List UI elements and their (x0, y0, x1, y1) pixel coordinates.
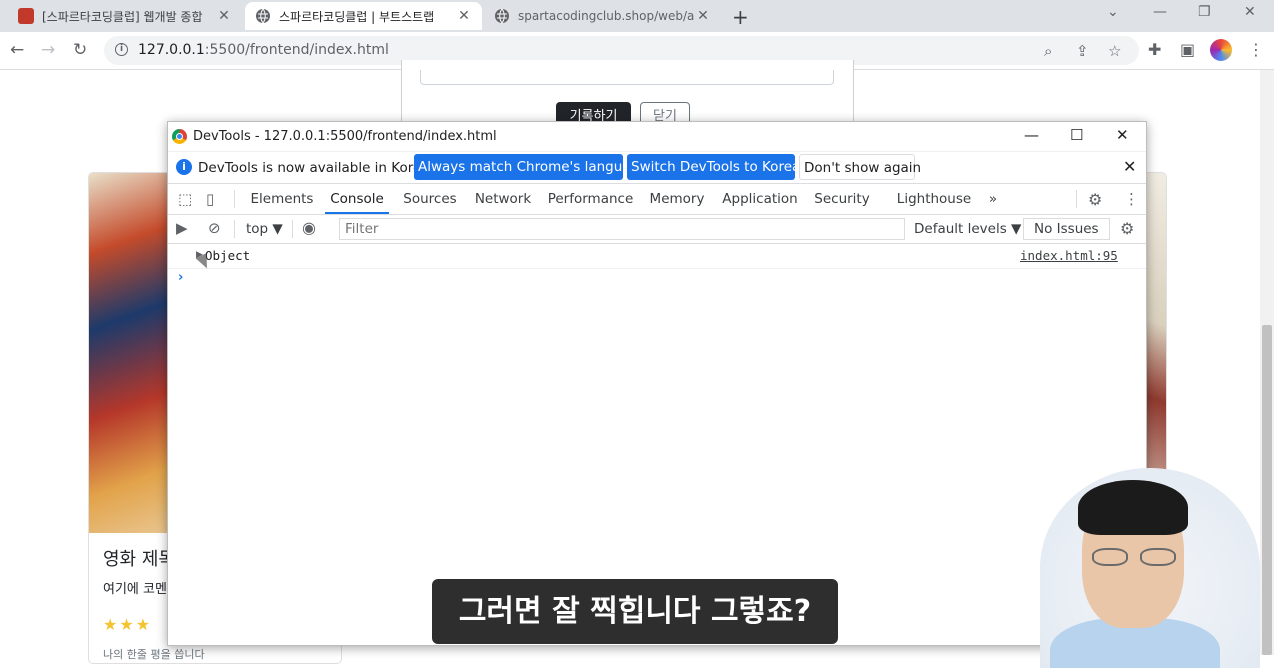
share-icon[interactable]: ⇪ (1076, 42, 1089, 60)
comment-textarea[interactable] (420, 70, 834, 85)
profile-avatar[interactable] (1210, 39, 1232, 61)
tab-lighthouse[interactable]: Lighthouse (893, 184, 975, 214)
log-source-link[interactable]: index.html:95 (1020, 248, 1118, 263)
tab-title: spartacodingclub.shop/web/api/ (518, 9, 695, 23)
rating-stars: ★★★ (103, 615, 153, 634)
presenter-glasses (1092, 548, 1178, 568)
minimize-icon[interactable]: — (1153, 4, 1167, 20)
tab-performance[interactable]: Performance (545, 184, 636, 214)
console-filter[interactable] (339, 218, 905, 240)
close-tab-icon[interactable]: ✕ (456, 8, 472, 24)
separator (234, 220, 235, 238)
tab-sources[interactable]: Sources (398, 184, 462, 214)
bookmark-star-icon[interactable]: ☆ (1108, 42, 1121, 60)
globe-icon (256, 8, 270, 24)
close-window-icon[interactable]: ✕ (1116, 126, 1129, 144)
maximize-icon[interactable]: ☐ (1070, 126, 1083, 144)
info-icon: i (176, 159, 192, 175)
console-settings-gear-icon[interactable]: ⚙ (1120, 219, 1134, 238)
tab-title: [스파르타코딩클럽] 웹개발 종합 (42, 9, 203, 24)
tab-network[interactable]: Network (471, 184, 535, 214)
tab-memory[interactable]: Memory (645, 184, 709, 214)
page-scrollbar-thumb[interactable] (1262, 325, 1272, 655)
devtools-tabbar: ⬚ ▯ Elements Console Sources Network Per… (168, 184, 1146, 215)
url-text[interactable]: 127.0.0.1:5500/frontend/index.html (138, 42, 389, 58)
infobar-message: DevTools is now available in Korean! (198, 160, 444, 176)
console-log-row[interactable]: ▶ Object index.html:95 (168, 244, 1146, 269)
more-tabs-icon[interactable]: » (983, 184, 1003, 214)
close-tab-icon[interactable]: ✕ (695, 8, 711, 24)
devtools-window: DevTools - 127.0.0.1:5500/frontend/index… (167, 121, 1147, 646)
tab-security[interactable]: Security (810, 184, 874, 214)
issues-button[interactable]: No Issues (1023, 218, 1110, 240)
tab-search-icon[interactable]: ⌄ (1107, 4, 1119, 20)
console-prompt[interactable]: › (178, 270, 183, 285)
separator (1076, 190, 1077, 208)
back-icon[interactable]: ← (10, 40, 24, 60)
log-object[interactable]: Object (205, 248, 250, 263)
restore-icon[interactable]: ❐ (1198, 4, 1211, 20)
side-panel-icon[interactable]: ▣ (1180, 40, 1195, 59)
globe-icon (495, 8, 509, 24)
close-window-icon[interactable]: ✕ (1244, 4, 1256, 20)
filter-input[interactable] (340, 219, 904, 239)
card-footer: 나의 한줄 평을 씁니다 (103, 648, 205, 661)
presenter-webcam (1040, 468, 1260, 668)
site-info-icon[interactable]: i (115, 43, 128, 56)
menu-kebab-icon[interactable]: ⋮ (1248, 40, 1264, 59)
settings-gear-icon[interactable]: ⚙ (1088, 190, 1102, 209)
tab-console[interactable]: Console (325, 184, 389, 214)
close-tab-icon[interactable]: ✕ (216, 8, 232, 24)
subtitle-caption: 그러면 잘 찍힙니다 그렇죠? (432, 579, 838, 644)
dont-show-again-button[interactable]: Don't show again (799, 154, 921, 180)
url-host: 127.0.0.1 (138, 42, 205, 58)
tab-elements[interactable]: Elements (248, 184, 316, 214)
customize-kebab-icon[interactable]: ⋮ (1124, 190, 1139, 208)
log-levels-dropdown[interactable]: Default levels ▼ (914, 221, 1021, 237)
browser-tab-strip: [스파르타코딩클럽] 웹개발 종합 ✕ 스파르타코딩클럽 | 부트스트랩 ✕ s… (0, 0, 1274, 32)
presenter-hair (1078, 480, 1188, 535)
zoom-icon[interactable]: ⌕ (1044, 42, 1052, 60)
tab-application[interactable]: Application (720, 184, 800, 214)
separator (292, 220, 293, 238)
new-tab-button[interactable]: + (732, 5, 749, 29)
browser-tab-3[interactable]: spartacodingclub.shop/web/api/ ✕ (484, 2, 721, 30)
url-path: :5500/frontend/index.html (204, 42, 389, 58)
clear-console-icon[interactable]: ⊘ (208, 219, 221, 237)
browser-tab-2[interactable]: 스파르타코딩클럽 | 부트스트랩 ✕ (245, 2, 482, 30)
console-toolbar: ▶ ⊘ top ▼ ◉ Default levels ▼ No Issues ⚙ (168, 215, 1146, 244)
switch-korean-button[interactable]: Switch DevTools to Korean (627, 154, 809, 180)
bookmark-red-icon (18, 8, 34, 24)
live-expression-eye-icon[interactable]: ◉ (302, 218, 316, 237)
tab-title: 스파르타코딩클럽 | 부트스트랩 (279, 9, 435, 24)
language-infobar: i DevTools is now available in Korean! A… (168, 152, 1146, 184)
device-toolbar-icon[interactable]: ▯ (206, 190, 214, 208)
card-title: 영화 제목 (103, 549, 175, 570)
chrome-logo-icon (172, 129, 187, 144)
close-infobar-icon[interactable]: ✕ (1123, 157, 1136, 176)
separator (234, 190, 235, 208)
match-language-button[interactable]: Always match Chrome's language (414, 154, 647, 180)
reload-icon[interactable]: ↻ (73, 40, 87, 60)
browser-tab-1[interactable]: [스파르타코딩클럽] 웹개발 종합 ✕ (8, 2, 242, 30)
extensions-icon[interactable]: ✚ (1148, 40, 1161, 59)
inspect-element-icon[interactable]: ⬚ (178, 190, 192, 208)
forward-icon[interactable]: → (41, 40, 55, 60)
context-selector[interactable]: top ▼ (246, 221, 283, 237)
devtools-window-title: DevTools - 127.0.0.1:5500/frontend/index… (193, 129, 497, 144)
minimize-icon[interactable]: — (1024, 126, 1039, 144)
devtools-titlebar: DevTools - 127.0.0.1:5500/frontend/index… (168, 122, 1146, 152)
show-sidebar-icon[interactable]: ▶ (176, 219, 188, 237)
